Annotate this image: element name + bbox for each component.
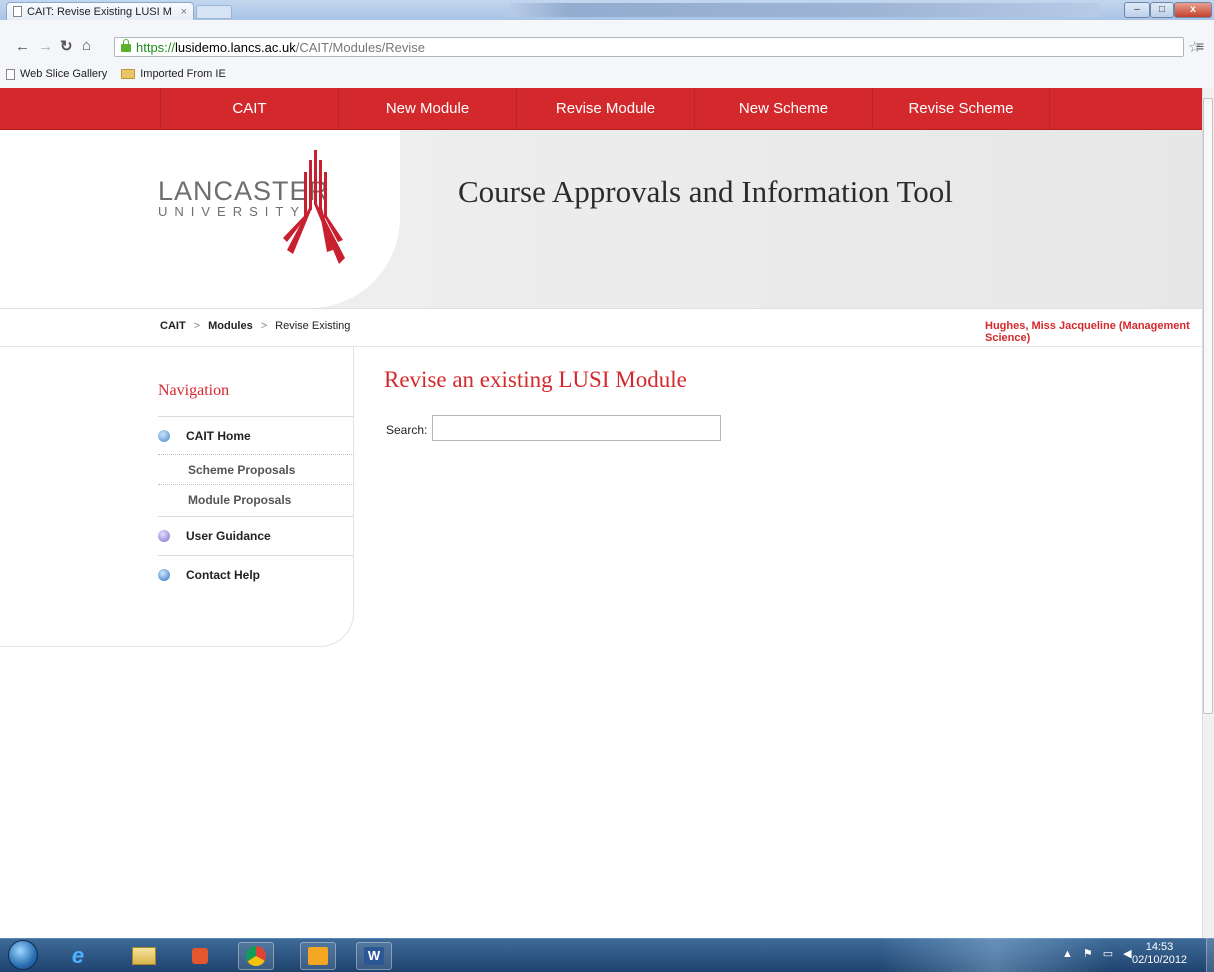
topnav-revise-module[interactable]: Revise Module <box>516 88 694 129</box>
tab-close-icon[interactable]: × <box>181 6 187 18</box>
action-center-flag-icon[interactable]: ⚑ <box>1083 947 1093 960</box>
nav-divider <box>158 516 354 517</box>
clock-date: 02/10/2012 <box>1132 954 1188 966</box>
nav-label: User Guidance <box>186 529 271 543</box>
page-icon <box>13 6 22 17</box>
maximize-button[interactable]: □ <box>1150 2 1174 18</box>
url-scheme: https:// <box>136 39 176 55</box>
bookmark-web-slice-gallery[interactable]: Web Slice Gallery <box>6 68 107 80</box>
help-icon <box>158 569 170 581</box>
nav-label: CAIT Home <box>186 429 251 443</box>
chrome-icon[interactable] <box>238 942 274 970</box>
tray-expand-icon[interactable]: ▲ <box>1062 948 1073 960</box>
folder-icon <box>121 69 136 79</box>
background-window-tabs <box>510 3 1100 17</box>
nav-scheme-proposals[interactable]: Scheme Proposals <box>188 463 295 477</box>
nav-user-guidance[interactable]: User Guidance <box>158 529 271 543</box>
bookmark-label: Web Slice Gallery <box>20 68 108 80</box>
breadcrumb-current: Revise Existing <box>275 320 351 332</box>
media-player-icon[interactable] <box>182 942 218 970</box>
url-host: lusidemo.lancs.ac.uk <box>175 39 296 55</box>
start-button[interactable] <box>8 940 38 970</box>
network-icon[interactable]: ▭ <box>1103 947 1113 960</box>
tab-title: CAIT: Revise Existing LUSI M <box>27 5 172 18</box>
top-navigation: CAIT New Module Revise Module New Scheme… <box>0 88 1202 130</box>
file-explorer-icon[interactable] <box>126 942 162 970</box>
volume-muted-icon[interactable]: ◀ <box>1123 947 1131 960</box>
menu-icon[interactable]: ≡ <box>1196 38 1204 54</box>
logged-in-user[interactable]: Hughes, Miss Jacqueline (Management Scie… <box>985 320 1202 344</box>
address-bar[interactable]: https://lusidemo.lancs.ac.uk/CAIT/Module… <box>114 37 1184 57</box>
nav-label: Contact Help <box>186 568 261 582</box>
system-tray: ▲ ⚑ ▭ ◀ <box>1062 947 1132 961</box>
home-button-icon[interactable]: ⌂ <box>82 37 91 54</box>
new-tab-button[interactable] <box>196 5 232 19</box>
lock-icon <box>121 39 131 52</box>
bookmark-label: Imported From IE <box>140 68 226 80</box>
topnav-revise-scheme[interactable]: Revise Scheme <box>872 88 1050 129</box>
word-icon[interactable]: W <box>356 942 392 970</box>
topnav-new-module[interactable]: New Module <box>338 88 516 129</box>
bookmarks-bar: Web Slice Gallery Imported From IE <box>0 60 1214 88</box>
lancaster-logo-mark-icon <box>283 150 345 264</box>
reload-icon[interactable]: ↻ <box>60 37 73 55</box>
nav-module-proposals[interactable]: Module Proposals <box>188 493 291 507</box>
taskbar-clock[interactable]: 14:53 02/10/2012 <box>1132 941 1187 967</box>
navigation-heading: Navigation <box>158 382 230 399</box>
nav-cait-home[interactable]: CAIT Home <box>158 429 251 443</box>
url-path: /CAIT/Modules/Revise <box>295 39 426 55</box>
outlook-icon[interactable] <box>300 942 336 970</box>
clock-time: 14:53 <box>1145 941 1174 953</box>
scrollbar-thumb[interactable] <box>1203 98 1213 714</box>
minimize-button[interactable]: – <box>1124 2 1150 18</box>
breadcrumb-modules[interactable]: Modules <box>208 320 253 332</box>
breadcrumb-cait[interactable]: CAIT <box>160 320 186 332</box>
show-desktop-button[interactable] <box>1206 938 1214 972</box>
page-heading: Revise an existing LUSI Module <box>384 367 687 392</box>
nav-divider <box>158 454 354 455</box>
back-icon[interactable]: ← <box>15 38 30 55</box>
breadcrumb-separator: > <box>260 320 268 332</box>
info-icon <box>158 530 170 542</box>
search-label: Search: <box>386 423 428 437</box>
browser-tab[interactable]: CAIT: Revise Existing LUSI M × <box>6 2 194 20</box>
topnav-new-scheme[interactable]: New Scheme <box>694 88 872 129</box>
nav-divider <box>158 416 354 417</box>
page-viewport: CAIT New Module Revise Module New Scheme… <box>0 88 1202 938</box>
site-title: Course Approvals and Information Tool <box>458 174 953 209</box>
breadcrumb-separator: > <box>193 320 201 332</box>
search-input[interactable] <box>432 415 721 441</box>
breadcrumb: CAIT > Modules > Revise Existing <box>160 320 350 332</box>
topnav-cait[interactable]: CAIT <box>160 88 338 129</box>
close-window-button[interactable]: x <box>1174 2 1212 18</box>
home-icon <box>158 430 170 442</box>
nav-divider <box>158 484 354 485</box>
page-icon <box>6 68 15 80</box>
nav-contact-help[interactable]: Contact Help <box>158 568 260 582</box>
nav-divider <box>158 555 354 556</box>
bookmark-imported-from-ie[interactable]: Imported From IE <box>121 68 226 80</box>
internet-explorer-icon[interactable]: e <box>60 942 96 970</box>
forward-icon[interactable]: → <box>38 38 53 55</box>
